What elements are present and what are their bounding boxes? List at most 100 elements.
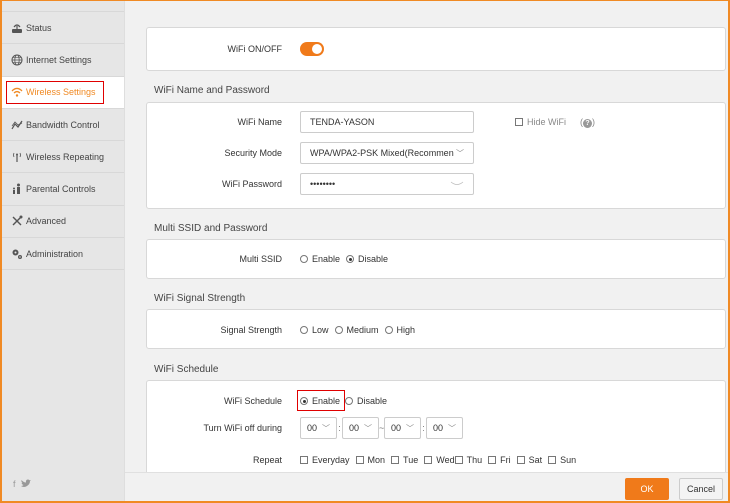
sidebar-item-parental-controls[interactable]: Parental Controls [2, 173, 124, 206]
day-checkbox[interactable] [355, 456, 364, 464]
day-mon[interactable]: Mon [355, 455, 386, 465]
multi-ssid-card: Multi SSID Enable Disable [146, 239, 726, 279]
select-value: 00 [349, 423, 360, 433]
schedule-disable-radio[interactable] [345, 397, 354, 405]
sidebar-item-wireless-repeating[interactable]: Wireless Repeating [2, 141, 124, 174]
day-sat[interactable]: Sat [516, 455, 543, 465]
day-thu[interactable]: Thu [454, 455, 483, 465]
sidebar: Status Internet Settings Wireless Settin… [2, 1, 125, 501]
hide-wifi-label: Hide WiFi [527, 117, 567, 127]
day-label: Thu [466, 455, 483, 465]
section-title-multi-ssid: Multi SSID and Password [154, 223, 268, 234]
day-checkbox[interactable] [300, 456, 308, 464]
chevron-down-icon: ﹀ [406, 423, 414, 433]
sidebar-item-advanced[interactable]: Advanced [2, 206, 124, 239]
schedule-card: WiFi Schedule Enable Disable Turn WiFi o… [146, 380, 726, 472]
highlight-box [6, 80, 104, 104]
security-mode-select[interactable]: WPA/WPA2-PSK Mixed(Recommen ﹀ [300, 142, 474, 164]
section-title-name-password: WiFi Name and Password [154, 85, 270, 96]
end-hour-select[interactable]: 00 ﹀ [384, 417, 421, 439]
wifi-password-input[interactable]: •••••••• [300, 173, 474, 195]
day-label: Fri [500, 455, 511, 465]
name-password-card: WiFi Name TENDA-YASON Hide WiFi (?) Secu… [146, 102, 726, 209]
wifi-onoff-label: WiFi ON/OFF [227, 44, 283, 54]
option-label: Low [312, 325, 329, 335]
option-label: Disable [357, 396, 388, 406]
day-sun[interactable]: Sun [548, 455, 576, 465]
schedule-disable-option[interactable]: Disable [345, 396, 387, 406]
option-label: Enable [312, 254, 341, 264]
day-label: Wed [436, 455, 455, 465]
signal-medium-radio[interactable] [334, 326, 343, 334]
gears-icon [10, 248, 23, 260]
multi-ssid-disable-option[interactable]: Disable [346, 254, 388, 264]
signal-high-radio[interactable] [384, 326, 393, 334]
wifi-schedule-label: WiFi Schedule [223, 396, 282, 406]
option-label: Enable [312, 396, 341, 406]
security-mode-label: Security Mode [224, 148, 282, 158]
day-checkbox[interactable] [454, 456, 463, 464]
eye-closed-icon[interactable] [450, 180, 464, 189]
chevron-down-icon: ﹀ [448, 423, 456, 433]
wifi-onoff-toggle[interactable] [300, 42, 324, 56]
signal-high-option[interactable]: High [384, 325, 415, 335]
day-tue[interactable]: Tue [391, 455, 418, 465]
day-label: Tue [403, 455, 419, 465]
day-checkbox[interactable] [516, 456, 525, 464]
day-checkbox[interactable] [548, 456, 557, 464]
end-minute-select[interactable]: 00 ﹀ [426, 417, 463, 439]
select-value: 00 [391, 423, 402, 433]
signal-medium-option[interactable]: Medium [334, 325, 379, 335]
multi-ssid-enable-option[interactable]: Enable [300, 254, 340, 264]
repeat-label: Repeat [252, 455, 282, 465]
sidebar-item-label: Parental Controls [26, 184, 96, 195]
sidebar-item-label: Status [26, 22, 52, 33]
schedule-enable-option[interactable]: Enable [300, 396, 340, 406]
multi-ssid-enable-radio[interactable] [300, 255, 308, 263]
day-fri[interactable]: Fri [488, 455, 511, 465]
ok-button[interactable]: OK [625, 478, 669, 500]
security-mode-value: WPA/WPA2-PSK Mixed(Recommen [310, 148, 454, 158]
sidebar-item-internet-settings[interactable]: Internet Settings [2, 44, 124, 77]
day-label: Mon [367, 455, 386, 465]
chevron-down-icon: ﹀ [456, 148, 464, 158]
twitter-icon[interactable] [20, 479, 31, 490]
router-icon [10, 22, 23, 34]
day-everyday[interactable]: Everyday [300, 455, 350, 465]
sidebar-item-label: Internet Settings [26, 54, 92, 65]
sidebar-top-spacer [2, 1, 124, 12]
antenna-icon [10, 151, 23, 163]
sidebar-item-wireless-settings[interactable]: Wireless Settings [2, 76, 124, 109]
cancel-button[interactable]: Cancel [679, 478, 723, 500]
facebook-icon[interactable]: f [13, 479, 16, 490]
sidebar-item-administration[interactable]: Administration [2, 238, 124, 271]
select-value: 00 [433, 423, 444, 433]
day-checkbox[interactable] [424, 456, 433, 464]
sidebar-item-bandwidth-control[interactable]: Bandwidth Control [2, 109, 124, 142]
day-label: Sun [560, 455, 577, 465]
sidebar-item-status[interactable]: Status [2, 12, 124, 45]
option-label: Medium [346, 325, 379, 335]
wifi-name-value: TENDA-YASON [310, 117, 375, 127]
help-icon[interactable]: (?) [580, 117, 595, 128]
day-checkbox[interactable] [488, 456, 497, 464]
day-label: Sat [528, 455, 543, 465]
hide-wifi-checkbox[interactable] [515, 118, 523, 126]
signal-low-radio[interactable] [300, 326, 308, 334]
day-wed[interactable]: Wed [424, 455, 455, 465]
turn-off-label: Turn WiFi off during [203, 423, 282, 433]
section-title-schedule: WiFi Schedule [154, 364, 219, 375]
chevron-down-icon: ﹀ [322, 423, 330, 433]
wifi-name-input[interactable]: TENDA-YASON [300, 111, 474, 133]
schedule-enable-radio[interactable] [300, 397, 308, 405]
signal-strength-label: Signal Strength [220, 325, 282, 335]
day-checkbox[interactable] [391, 456, 400, 464]
start-hour-select[interactable]: 00 ﹀ [300, 417, 337, 439]
app-frame: Status Internet Settings Wireless Settin… [0, 0, 730, 503]
signal-low-option[interactable]: Low [300, 325, 329, 335]
start-minute-select[interactable]: 00 ﹀ [342, 417, 379, 439]
help-glyph: ? [583, 118, 593, 128]
day-label: Everyday [312, 455, 350, 465]
multi-ssid-disable-radio[interactable] [346, 255, 355, 263]
chevron-down-icon: ﹀ [364, 423, 372, 433]
